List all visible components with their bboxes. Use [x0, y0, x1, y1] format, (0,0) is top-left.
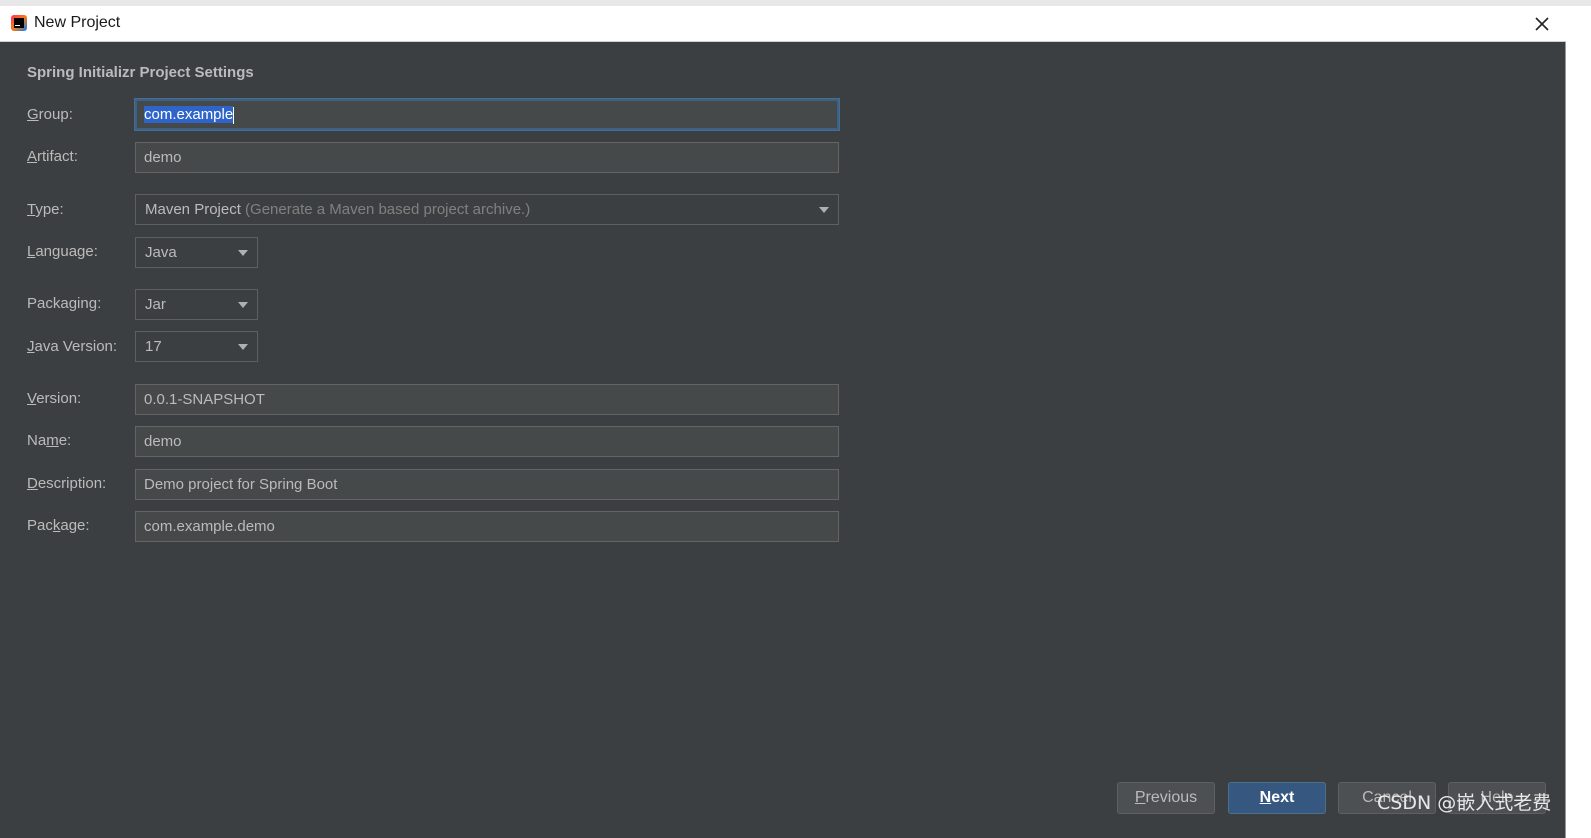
- next-button[interactable]: Next: [1228, 782, 1326, 814]
- previous-button[interactable]: Previous: [1117, 782, 1215, 814]
- version-label-mnemonic: V: [27, 390, 37, 407]
- artifact-label: Artifact:: [27, 148, 78, 165]
- name-label-prefix: Na: [27, 432, 47, 449]
- group-input-value: com.example: [144, 106, 234, 123]
- version-label-text: ersion:: [36, 390, 82, 407]
- language-label: Language:: [27, 243, 98, 260]
- group-label: Group:: [27, 106, 73, 123]
- previous-button-label: revious: [1145, 789, 1198, 806]
- language-label-text: anguage:: [35, 243, 98, 260]
- chevron-down-icon: [238, 344, 248, 350]
- packaging-label-text: ing:: [77, 295, 102, 312]
- packaging-label-prefix: Packa: [27, 295, 69, 312]
- type-dropdown[interactable]: Maven Project (Generate a Maven based pr…: [135, 194, 839, 225]
- close-icon: [1535, 17, 1549, 31]
- chevron-down-icon: [819, 207, 829, 213]
- description-label: Description:: [27, 475, 106, 492]
- name-label-text: e:: [58, 432, 72, 449]
- type-label: Type:: [27, 201, 64, 218]
- java-version-dropdown-value: 17: [145, 338, 162, 355]
- version-label: Version:: [27, 390, 81, 407]
- java-version-dropdown[interactable]: 17: [135, 331, 258, 362]
- language-dropdown-value: Java: [145, 244, 177, 261]
- package-label: Package:: [27, 517, 90, 534]
- intellij-app-icon: [11, 15, 27, 31]
- chevron-down-icon: [238, 250, 248, 256]
- type-label-text: ype:: [35, 201, 64, 218]
- packaging-label: Packaging:: [27, 295, 101, 312]
- new-project-dialog: New Project Spring Initializr Project Se…: [0, 6, 1566, 838]
- next-button-mnemonic: N: [1259, 789, 1272, 806]
- close-button[interactable]: [1530, 12, 1554, 36]
- group-label-text: roup:: [38, 106, 73, 123]
- type-dropdown-hint: (Generate a Maven based project archive.…: [245, 201, 531, 218]
- title-bar[interactable]: New Project: [0, 6, 1566, 42]
- description-input[interactable]: Demo project for Spring Boot: [135, 469, 839, 500]
- type-dropdown-value: Maven Project: [145, 201, 241, 218]
- artifact-label-mnemonic: A: [27, 148, 38, 165]
- name-label: Name:: [27, 432, 71, 449]
- description-label-mnemonic: D: [27, 475, 38, 492]
- package-input[interactable]: com.example.demo: [135, 511, 839, 542]
- java-version-label: Java Version:: [27, 338, 117, 355]
- name-input[interactable]: demo: [135, 426, 839, 457]
- language-dropdown[interactable]: Java: [135, 237, 258, 268]
- name-label-mnemonic: m: [46, 432, 59, 449]
- text-caret: [233, 106, 235, 124]
- version-input[interactable]: 0.0.1-SNAPSHOT: [135, 384, 839, 415]
- group-label-mnemonic: G: [27, 106, 39, 123]
- window-title: New Project: [34, 14, 121, 31]
- group-input[interactable]: com.example: [135, 99, 839, 130]
- packaging-dropdown-value: Jar: [145, 296, 166, 313]
- java-version-label-mnemonic: J: [27, 338, 35, 355]
- package-label-prefix: Pac: [27, 517, 53, 534]
- next-button-label: ext: [1271, 789, 1295, 806]
- description-label-text: escription:: [37, 475, 107, 492]
- section-title: Spring Initializr Project Settings: [27, 64, 254, 81]
- artifact-label-text: rtifact:: [37, 148, 78, 165]
- csdn-watermark: CSDN @嵌入式老费: [1377, 792, 1552, 814]
- chevron-down-icon: [238, 302, 248, 308]
- artifact-input[interactable]: demo: [135, 142, 839, 173]
- previous-button-mnemonic: P: [1134, 789, 1146, 806]
- java-version-label-text: ava Version:: [34, 338, 118, 355]
- package-label-text: age:: [60, 517, 90, 534]
- packaging-label-mnemonic: g: [68, 295, 78, 312]
- packaging-dropdown[interactable]: Jar: [135, 289, 258, 320]
